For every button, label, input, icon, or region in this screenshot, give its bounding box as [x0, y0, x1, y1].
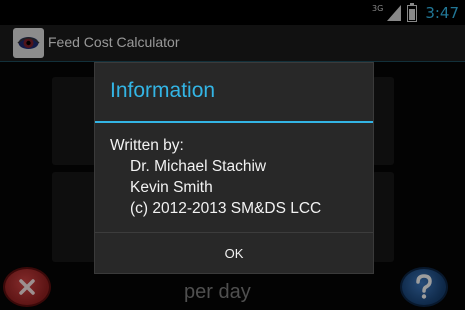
dialog-message: Written by: Dr. Michael Stachiw Kevin Sm… [110, 135, 321, 219]
dialog-title-divider [95, 121, 373, 123]
copyright-text: (c) 2012-2013 SM&DS LCC [130, 200, 322, 217]
ok-button[interactable]: OK [185, 238, 284, 269]
author-name: Dr. Michael Stachiw [130, 158, 267, 175]
written-by-label: Written by: [110, 137, 184, 154]
information-dialog: Information Written by: Dr. Michael Stac… [94, 62, 374, 274]
dialog-button-bar: OK [95, 232, 373, 274]
author-name: Kevin Smith [130, 179, 213, 196]
dialog-title: Information [110, 79, 216, 102]
